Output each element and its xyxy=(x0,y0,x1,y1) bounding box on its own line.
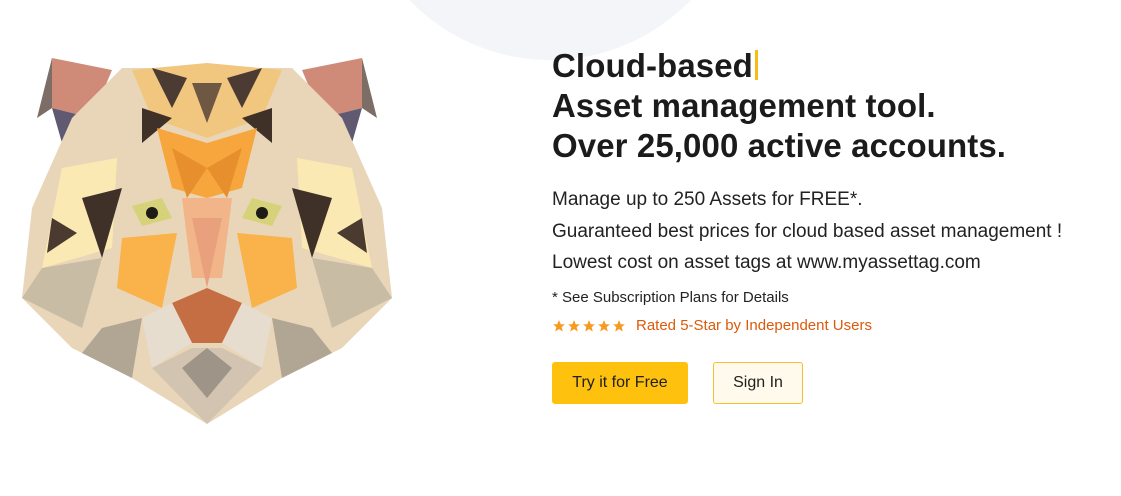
star-icon xyxy=(583,319,595,332)
headline-line-1-text: Cloud-based xyxy=(552,47,753,84)
subscription-footnote: * See Subscription Plans for Details xyxy=(552,289,789,306)
star-rating xyxy=(552,319,626,333)
star-icon xyxy=(568,319,580,332)
headline-line-2: Asset management tool. xyxy=(552,87,936,124)
description-line: Lowest cost on asset tags at www.myasset… xyxy=(552,252,981,273)
description: Manage up to 250 Assets for FREE*. Guara… xyxy=(552,184,1112,279)
tiger-image xyxy=(22,58,392,424)
rating-text: Rated 5-Star by Independent Users xyxy=(636,317,872,334)
tiger-illustration xyxy=(22,48,392,424)
star-icon xyxy=(553,319,565,332)
star-icon xyxy=(613,319,625,332)
rating: Rated 5-Star by Independent Users xyxy=(552,317,872,334)
headline-line-1: Cloud-based xyxy=(552,46,1112,86)
sign-in-button[interactable]: Sign In xyxy=(713,362,803,404)
try-for-free-button[interactable]: Try it for Free xyxy=(552,362,688,404)
description-line: Guaranteed best prices for cloud based a… xyxy=(552,220,1063,242)
description-line: Manage up to 250 Assets for FREE*. xyxy=(552,189,863,210)
headline-line-3: Over 25,000 active accounts. xyxy=(552,127,1007,164)
headline: Cloud-based Asset management tool. Over … xyxy=(552,46,1112,166)
typing-cursor xyxy=(754,50,758,80)
star-icon xyxy=(598,319,610,332)
